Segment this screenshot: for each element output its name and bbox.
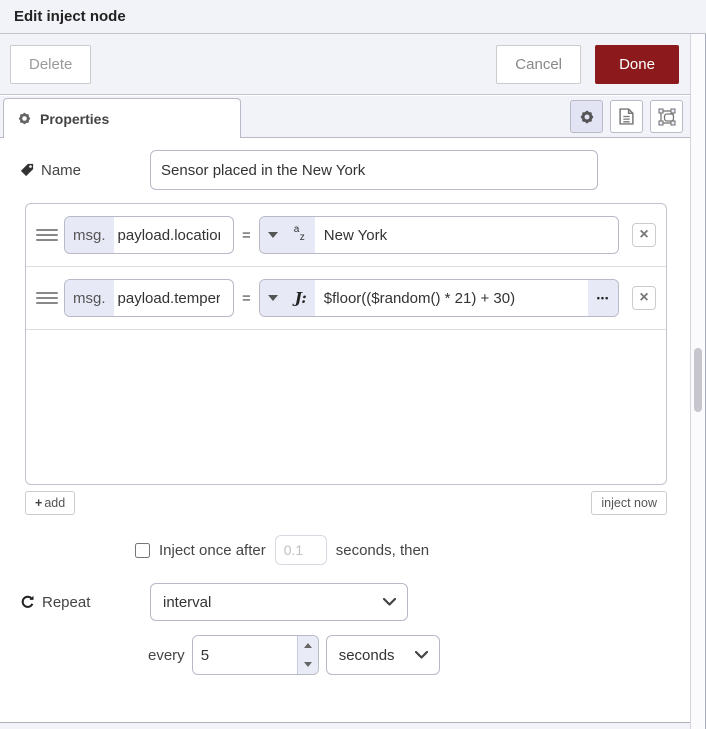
name-input[interactable] — [150, 150, 598, 190]
equals-sign: = — [242, 289, 251, 307]
name-label-text: Name — [41, 161, 82, 179]
string-type-icon: a z — [286, 217, 315, 253]
az-z: z — [299, 232, 305, 243]
tab-properties[interactable]: Properties — [3, 98, 241, 138]
caret-down-icon — [268, 232, 279, 238]
type-dropdown-button[interactable] — [259, 217, 287, 253]
dialog-header: Edit inject node — [0, 0, 706, 34]
interval-count-input[interactable] — [192, 636, 297, 674]
add-property-button[interactable]: + add — [25, 491, 76, 515]
tag-icon — [20, 163, 34, 177]
repeat-row: Repeat interval — [0, 583, 690, 621]
gear-icon — [18, 112, 31, 125]
tab-icon-buttons — [570, 100, 683, 133]
dialog-button-bar: Delete Cancel Done — [0, 34, 690, 95]
dialog-title: Edit inject node — [14, 8, 126, 25]
name-row: Name — [0, 150, 690, 190]
az-a: a — [293, 224, 300, 235]
appearance-tab-button[interactable] — [650, 100, 683, 133]
repeat-label: Repeat — [20, 594, 150, 611]
inject-once-delay-input — [274, 535, 327, 565]
property-value-group: a z — [258, 216, 619, 254]
inject-once-row: Inject once after seconds, then — [135, 535, 429, 565]
remove-rule-button[interactable]: × — [632, 286, 656, 310]
arrow-down-icon — [303, 662, 312, 667]
cancel-button[interactable]: Cancel — [496, 44, 581, 84]
scrollbar-track[interactable] — [690, 34, 706, 729]
repeat-selected-value: interval — [163, 593, 212, 611]
property-value-group: J: ••• — [258, 279, 619, 317]
drag-handle-icon[interactable] — [36, 292, 58, 304]
chevron-down-icon — [383, 598, 396, 606]
properties-panel: Name msg. = a — [0, 138, 690, 722]
interval-unit-select[interactable]: seconds — [325, 635, 440, 675]
repeat-icon — [21, 595, 34, 608]
list-footer: + add inject now — [25, 491, 667, 515]
equals-sign: = — [242, 226, 251, 244]
spinner-up-button[interactable] — [298, 636, 318, 655]
drag-handle-icon[interactable] — [36, 229, 58, 241]
gear-icon — [580, 110, 593, 123]
number-spinner — [296, 636, 318, 674]
msg-prefix: msg. — [65, 217, 114, 253]
delete-button[interactable]: Delete — [10, 44, 92, 84]
expand-expression-button[interactable]: ••• — [588, 280, 618, 316]
inject-properties-list: msg. = a z × — [25, 203, 667, 485]
type-dropdown-button[interactable] — [259, 280, 287, 316]
repeat-select[interactable]: interval — [150, 583, 408, 621]
tab-properties-label: Properties — [40, 110, 110, 127]
property-key-group: msg. — [64, 279, 234, 317]
scrollbar-thumb[interactable] — [694, 348, 702, 412]
inject-once-suffix: seconds, then — [335, 541, 430, 559]
close-icon: × — [639, 226, 649, 243]
document-icon — [619, 108, 634, 125]
interval-row: every seconds — [148, 635, 440, 675]
properties-tab-button[interactable] — [570, 100, 603, 133]
plus-icon: + — [35, 496, 43, 510]
ellipsis-icon: ••• — [596, 293, 610, 303]
description-tab-button[interactable] — [610, 100, 643, 133]
close-icon: × — [639, 289, 649, 306]
done-button[interactable]: Done — [595, 44, 679, 84]
jsonata-glyph: J: — [294, 289, 307, 307]
property-value-input[interactable] — [314, 217, 618, 253]
property-key-group: msg. — [64, 216, 234, 254]
editor-tab-bar: Properties — [0, 96, 690, 139]
edit-inject-node-dialog: Edit inject node Delete Cancel Done Prop… — [0, 0, 706, 729]
remove-rule-button[interactable]: × — [632, 223, 656, 247]
chevron-down-icon — [414, 651, 428, 659]
property-key-input[interactable] — [113, 280, 224, 316]
dialog-bottom-edge — [0, 722, 690, 729]
name-label: Name — [20, 162, 150, 179]
add-label: add — [44, 496, 66, 510]
every-label: every — [148, 646, 185, 664]
inject-now-button[interactable]: inject now — [591, 491, 667, 515]
interval-unit-value: seconds — [338, 646, 395, 664]
interval-count-group — [191, 635, 319, 675]
jsonata-type-icon: J: — [286, 280, 315, 316]
rule-row: msg. = a z × — [26, 204, 666, 267]
arrow-up-icon — [303, 643, 312, 648]
appearance-icon — [657, 107, 676, 126]
inject-once-label: Inject once after — [159, 541, 266, 559]
inject-once-checkbox[interactable] — [135, 542, 150, 558]
property-value-input[interactable] — [314, 280, 588, 316]
repeat-label-text: Repeat — [42, 593, 91, 611]
msg-prefix: msg. — [65, 280, 114, 316]
property-key-input[interactable] — [113, 217, 224, 253]
caret-down-icon — [268, 295, 279, 301]
spinner-down-button[interactable] — [298, 655, 318, 674]
rule-row: msg. = J: ••• × — [26, 267, 666, 330]
